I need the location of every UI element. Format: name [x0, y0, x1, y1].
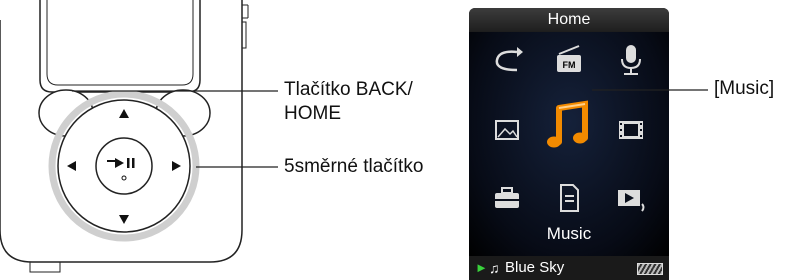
music-leader-svg — [592, 89, 708, 91]
